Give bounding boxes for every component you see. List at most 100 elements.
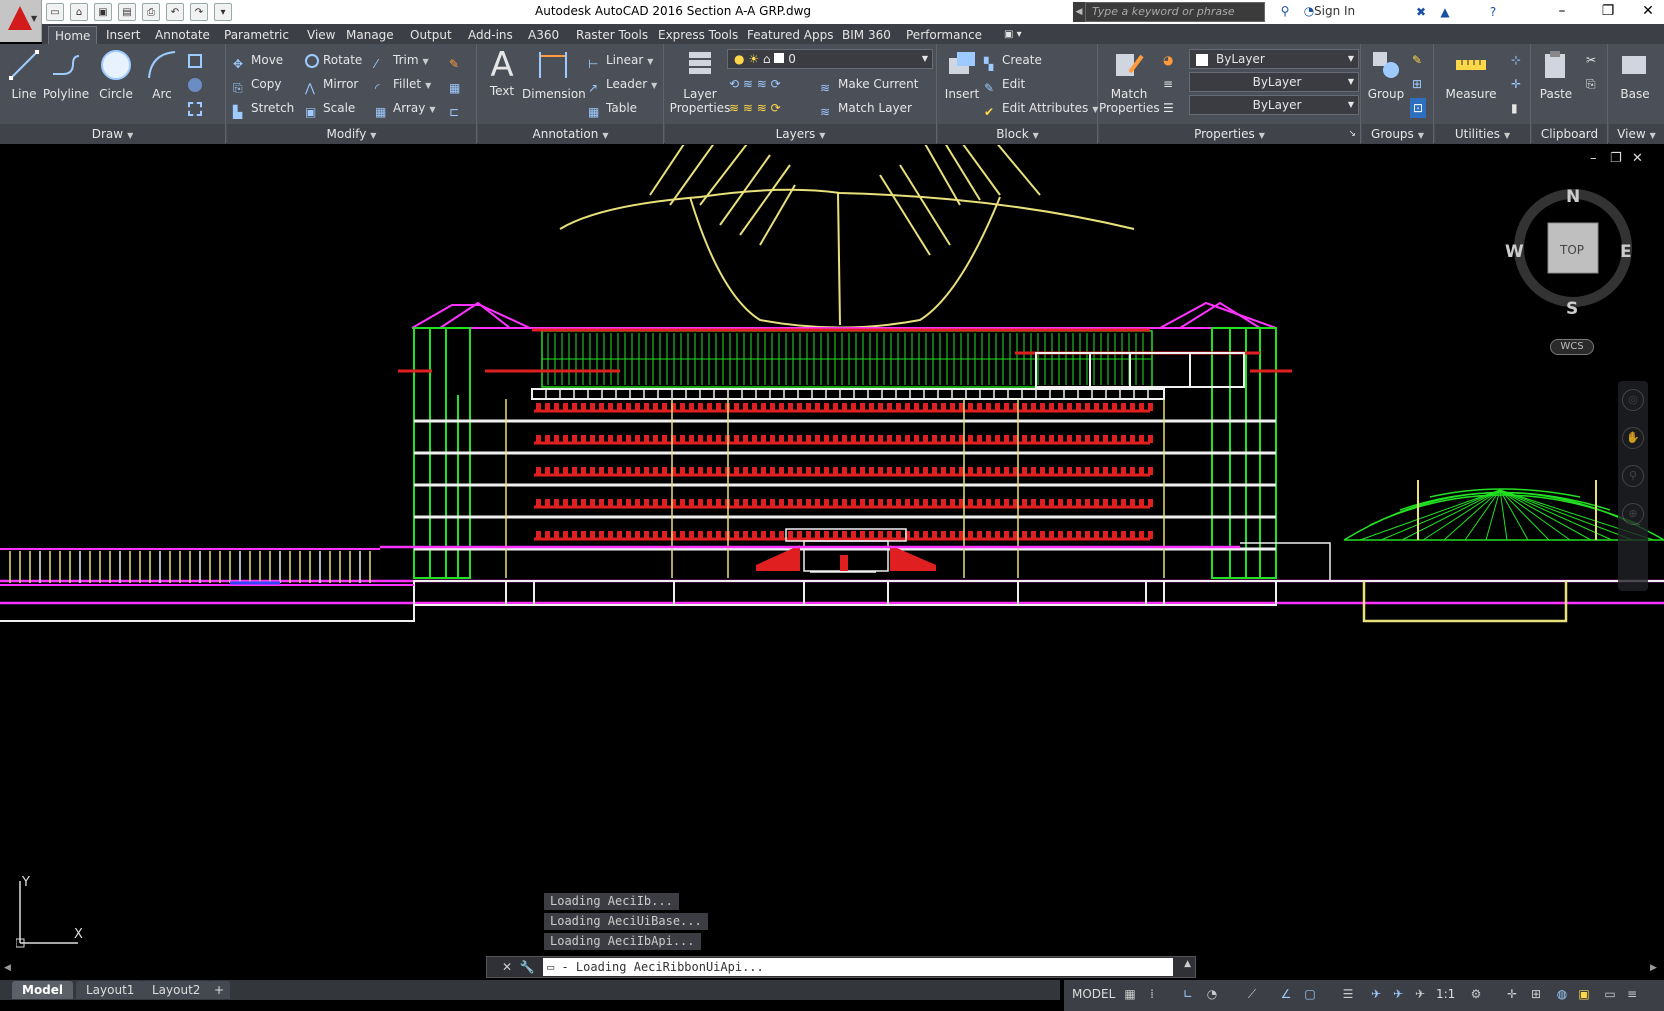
view-panel-title[interactable]: View ▼ bbox=[1609, 124, 1664, 144]
id-point-icon[interactable]: ✛ bbox=[1511, 74, 1521, 94]
help-icon[interactable]: ? bbox=[1484, 3, 1502, 21]
print-icon[interactable]: ⎙ bbox=[142, 3, 160, 21]
close-button[interactable]: ✕ bbox=[1626, 0, 1664, 24]
scroll-right-icon[interactable]: ▶ bbox=[1650, 963, 1657, 973]
groups-panel-title[interactable]: Groups ▼ bbox=[1362, 124, 1433, 144]
tab-layout1[interactable]: Layout1 bbox=[76, 981, 145, 999]
offset-tool[interactable]: ⊏ bbox=[449, 98, 467, 119]
insert-tool[interactable]: Insert bbox=[938, 48, 986, 101]
tab-home[interactable]: Home bbox=[48, 26, 98, 44]
sign-in-link[interactable]: Sign In bbox=[1314, 4, 1355, 18]
maximize-button[interactable]: ❐ bbox=[1586, 0, 1630, 24]
polar-icon[interactable]: ◔ bbox=[1204, 986, 1220, 1002]
ortho-icon[interactable]: ∟ bbox=[1180, 986, 1196, 1002]
tab-manage[interactable]: Manage bbox=[340, 26, 400, 44]
array-tool[interactable]: ▦ Array ▼ bbox=[375, 98, 435, 119]
tab-add-ins[interactable]: Add-ins bbox=[462, 26, 519, 44]
compass-south[interactable]: S bbox=[1566, 299, 1578, 319]
compass-west[interactable]: W bbox=[1505, 242, 1524, 262]
explode-tool[interactable]: ▦ bbox=[449, 74, 467, 95]
zoom-icon[interactable]: ⚲ bbox=[1622, 465, 1644, 487]
group-select-icon[interactable]: ⊡ bbox=[1410, 98, 1427, 118]
tab-raster-tools[interactable]: Raster Tools bbox=[570, 26, 654, 44]
make-current-tool[interactable]: ≋ Make Current bbox=[820, 74, 919, 95]
model-space-toggle[interactable]: MODEL bbox=[1068, 984, 1119, 1004]
search-expand-icon[interactable]: ◀ bbox=[1073, 2, 1085, 22]
linetype-dropdown[interactable]: ByLayer ▼ bbox=[1189, 72, 1359, 92]
plus-icon[interactable]: ✛ bbox=[1504, 986, 1520, 1002]
save-as-icon[interactable]: ▤ bbox=[118, 3, 136, 21]
utilities-panel-title[interactable]: Utilities ▼ bbox=[1435, 124, 1530, 144]
exchange-icon[interactable]: ✖ bbox=[1412, 3, 1430, 21]
block-panel-title[interactable]: Block ▼ bbox=[938, 124, 1097, 144]
move-tool[interactable]: ✥ Move bbox=[233, 50, 283, 71]
steering-wheel-icon[interactable]: ◎ bbox=[1622, 389, 1644, 411]
ungroup-icon[interactable]: ✎ bbox=[1412, 50, 1422, 70]
minimize-button[interactable]: – bbox=[1540, 0, 1584, 24]
dimension-tool[interactable]: Dimension bbox=[522, 48, 586, 101]
hardware-acceleration-icon[interactable]: ▣ bbox=[1576, 986, 1592, 1002]
copy-clip-icon[interactable]: ⎘ bbox=[1586, 74, 1596, 94]
annotation-scale-icon[interactable]: ✈ bbox=[1412, 986, 1428, 1002]
group-edit-icon[interactable]: ⊞ bbox=[1412, 74, 1422, 94]
text-tool[interactable]: A Text bbox=[478, 48, 526, 98]
arc-tool[interactable]: Arc bbox=[138, 48, 186, 101]
isodraft-icon[interactable]: ⟋ bbox=[1244, 986, 1260, 1002]
fillet-tool[interactable]: ◜ Fillet ▼ bbox=[375, 74, 431, 95]
tab-performance[interactable]: Performance bbox=[900, 26, 988, 44]
pan-icon[interactable]: ✋ bbox=[1622, 427, 1644, 449]
paste-tool[interactable]: Paste bbox=[1532, 48, 1580, 101]
customize-qat-icon[interactable]: ▾ bbox=[214, 3, 232, 21]
copy-tool[interactable]: ⎘ Copy bbox=[233, 74, 281, 95]
calculator-icon[interactable]: ▮ bbox=[1511, 98, 1518, 118]
scale-tool[interactable]: ▣ Scale bbox=[305, 98, 355, 119]
stretch-tool[interactable]: ▙ Stretch bbox=[233, 98, 294, 119]
rectangle-tool[interactable] bbox=[188, 50, 206, 70]
object-snap-tracking-icon[interactable]: ∠ bbox=[1278, 986, 1294, 1002]
layer-tools-row-1[interactable]: ⟲ ≋ ≋ ⟳ bbox=[729, 74, 781, 94]
mirror-tool[interactable]: ⋀ Mirror bbox=[305, 74, 358, 95]
wcs-menu[interactable]: WCS bbox=[1550, 339, 1594, 355]
modify-panel-title[interactable]: Modify ▼ bbox=[227, 124, 476, 144]
dialog-launcher-icon[interactable]: ↘ bbox=[1348, 124, 1356, 144]
lineweight-toggle-icon[interactable]: ☰ bbox=[1340, 986, 1356, 1002]
compass-east[interactable]: E bbox=[1620, 242, 1632, 262]
line-tool[interactable]: Line bbox=[0, 48, 48, 101]
autodesk-app-icon[interactable]: ▲ bbox=[1436, 3, 1454, 21]
tab-a360[interactable]: A360 bbox=[522, 26, 565, 44]
search-input[interactable]: Type a keyword or phrase bbox=[1085, 2, 1265, 22]
redo-icon[interactable]: ↷ bbox=[190, 3, 208, 21]
color-dropdown[interactable]: ByLayer ▼ bbox=[1189, 49, 1359, 69]
units-icon[interactable]: ⊞ bbox=[1528, 986, 1544, 1002]
layer-dropdown[interactable]: ● ☀ ⌂ 0 ▼ bbox=[727, 49, 933, 69]
isolate-objects-icon[interactable]: ◍ bbox=[1554, 986, 1570, 1002]
tab-layout2[interactable]: Layout2 bbox=[142, 981, 211, 999]
tab-annotate[interactable]: Annotate bbox=[149, 26, 216, 44]
cut-icon[interactable]: ✂ bbox=[1586, 50, 1596, 70]
tab-featured-apps[interactable]: Featured Apps bbox=[741, 26, 839, 44]
workspace-gear-icon[interactable]: ⚙ bbox=[1468, 986, 1484, 1002]
edit-attributes-tool[interactable]: ✔ Edit Attributes ▼ bbox=[984, 98, 1098, 119]
draw-panel-title[interactable]: Draw ▼ bbox=[0, 124, 225, 144]
circle-tool[interactable]: Circle bbox=[92, 48, 140, 101]
hatch-tool[interactable] bbox=[188, 74, 206, 94]
command-close-icon[interactable]: ✕ bbox=[499, 959, 515, 975]
open-file-icon[interactable]: ⌂ bbox=[70, 3, 88, 21]
orbit-icon[interactable]: ⊕ bbox=[1622, 503, 1644, 525]
annotation-scale-value[interactable]: 1:1 bbox=[1436, 984, 1455, 1004]
trim-tool[interactable]: ⁄ Trim ▼ bbox=[375, 50, 429, 71]
command-history-toggle-icon[interactable]: ▲ bbox=[1184, 959, 1191, 969]
scroll-left-icon[interactable]: ◀ bbox=[4, 963, 11, 973]
base-view-tool[interactable]: Base bbox=[1611, 48, 1659, 101]
lineweight-dropdown[interactable]: ByLayer ▼ bbox=[1189, 95, 1359, 115]
quick-select-icon[interactable]: ⊹ bbox=[1511, 50, 1521, 70]
rotate-tool[interactable]: Rotate bbox=[305, 50, 362, 70]
tab-express-tools[interactable]: Express Tools bbox=[652, 26, 744, 44]
linear-tool[interactable]: ⊢ Linear ▼ bbox=[588, 50, 653, 71]
match-layer-tool[interactable]: ≋ Match Layer bbox=[820, 98, 912, 119]
measure-tool[interactable]: Measure bbox=[1439, 48, 1503, 101]
edit-block-tool[interactable]: ✎ Edit bbox=[984, 74, 1025, 95]
layers-panel-title[interactable]: Layers ▼ bbox=[665, 124, 936, 144]
polyline-tool[interactable]: Polyline bbox=[42, 48, 90, 101]
properties-panel-title[interactable]: Properties ▼ ↘ bbox=[1099, 124, 1360, 144]
